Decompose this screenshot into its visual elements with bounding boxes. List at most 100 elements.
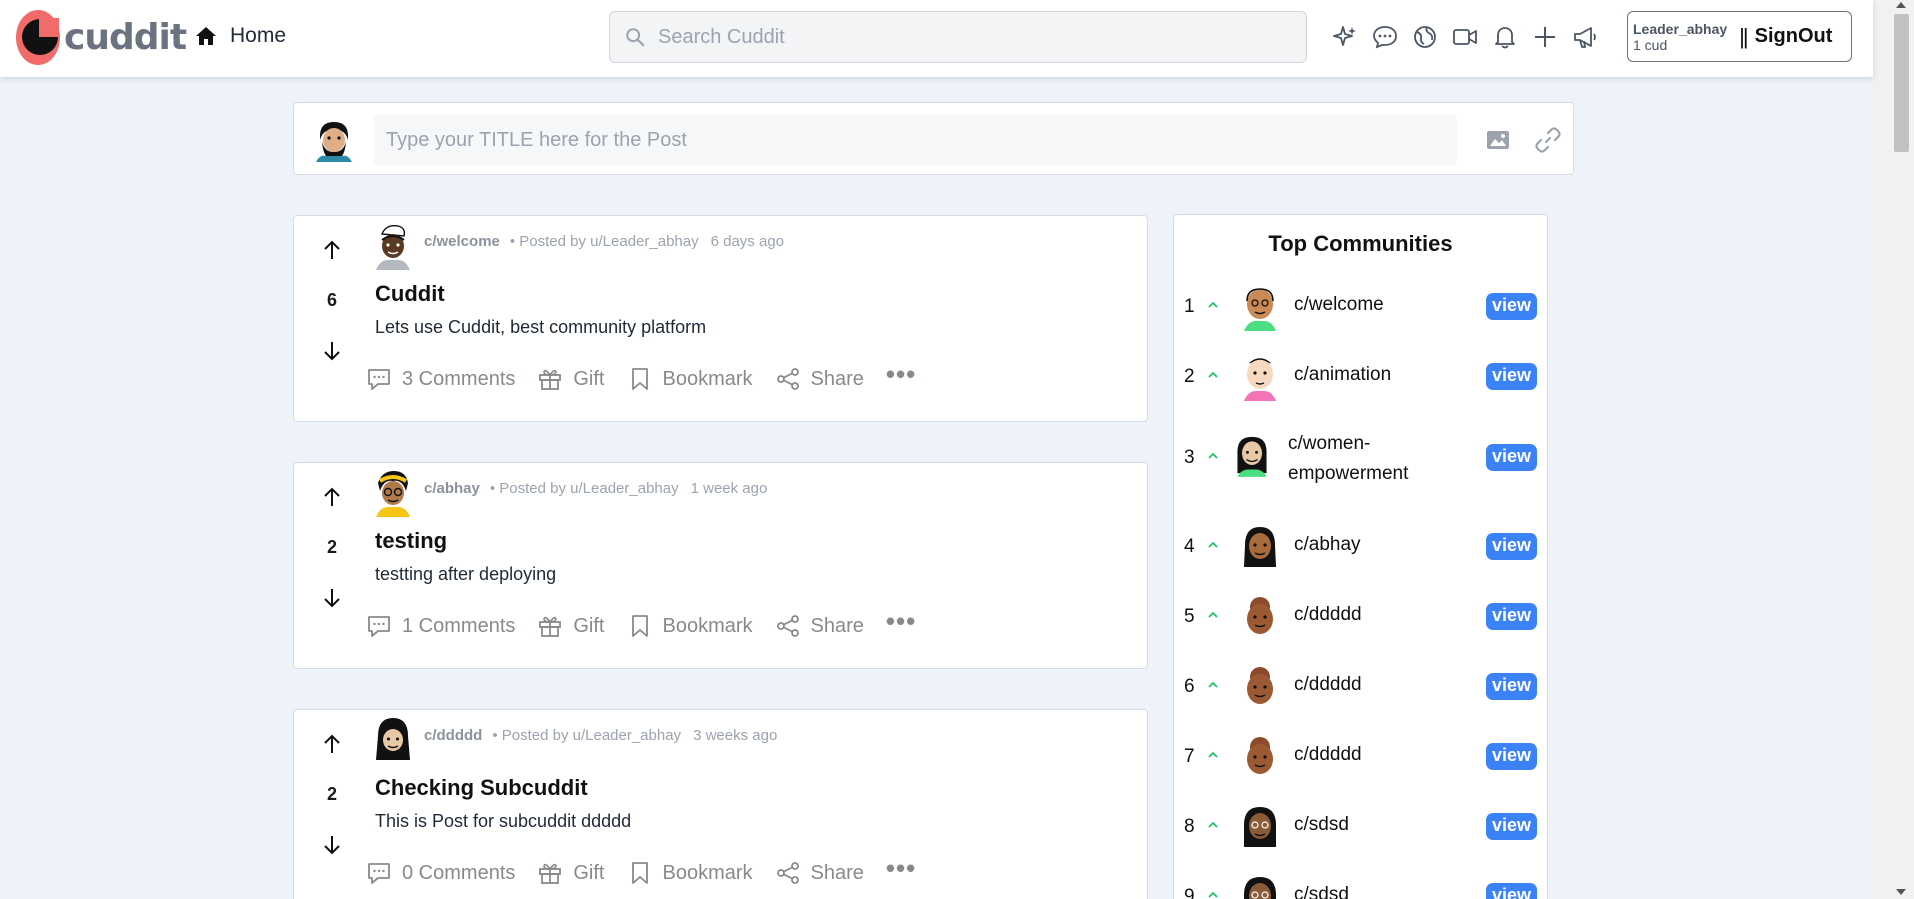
upvote-arrow-icon[interactable] [320,732,344,756]
chat-icon[interactable] [1372,24,1398,50]
megaphone-icon[interactable] [1572,24,1598,50]
post-title-input[interactable] [374,115,1457,165]
community-name[interactable]: c/animation [1294,360,1424,390]
gift-button[interactable]: Gift [537,860,605,886]
gift-label: Gift [573,861,605,884]
share-label: Share [810,367,864,390]
post-title[interactable]: Checking Subcuddit [375,775,588,801]
community-avatar [1244,877,1276,899]
bookmark-button[interactable]: Bookmark [627,366,753,392]
post-author[interactable]: • Posted by u/Leader_abhay [510,233,699,250]
view-community-button[interactable]: view [1486,883,1538,899]
view-community-button[interactable]: view [1486,293,1538,320]
trending-up-icon [1208,301,1218,308]
community-name[interactable]: c/sdsd [1294,810,1424,840]
downvote-arrow-icon[interactable] [320,339,344,363]
view-community-button[interactable]: view [1486,603,1538,630]
community-name[interactable]: c/ddddd [1294,670,1424,700]
post-community-link[interactable]: c/abhay [424,480,480,497]
community-name[interactable]: c/welcome [1294,290,1424,320]
gift-button[interactable]: Gift [537,366,605,392]
post-meta: c/welcome • Posted by u/Leader_abhay 6 d… [424,233,784,250]
globe-icon[interactable] [1412,24,1438,50]
search-bar[interactable] [609,11,1307,63]
community-avatar [376,718,410,760]
community-rank: 1 [1184,296,1195,317]
downvote-arrow-icon[interactable] [320,833,344,857]
signout-button[interactable]: SignOut [1755,25,1833,48]
post-title[interactable]: testing [375,528,447,554]
trending-up-icon [1208,751,1218,758]
community-rank: 7 [1184,746,1195,767]
view-community-button[interactable]: view [1486,363,1538,390]
home-link[interactable]: Home [194,24,286,48]
comments-button[interactable]: 0 Comments [366,860,515,886]
gift-icon [539,863,562,884]
community-row: 2 c/animation view [1174,347,1547,407]
comments-button[interactable]: 3 Comments [366,366,515,392]
post-card: 6 c/welcome • Posted by u/Leader_abhay 6… [293,215,1148,422]
bookmark-label: Bookmark [662,367,753,390]
plus-icon[interactable] [1532,24,1558,50]
comments-label: 1 Comments [402,614,516,637]
bell-icon[interactable] [1492,24,1518,50]
upvote-arrow-icon[interactable] [320,485,344,509]
downvote-arrow-icon[interactable] [320,586,344,610]
post-community-link[interactable]: c/welcome [424,233,500,250]
comments-label: 3 Comments [402,367,516,390]
post-community-link[interactable]: c/ddddd [424,727,482,744]
create-post-box [293,102,1574,175]
view-community-button[interactable]: view [1486,813,1538,840]
video-icon[interactable] [1452,24,1478,50]
share-button[interactable]: Share [775,613,864,639]
community-row: 7 c/ddddd view [1174,727,1547,787]
bookmark-button[interactable]: Bookmark [627,860,753,886]
trending-up-icon [1208,821,1218,828]
scroll-down-arrow[interactable] [1896,889,1906,895]
view-community-button[interactable]: view [1486,533,1538,560]
gift-button[interactable]: Gift [537,613,605,639]
username[interactable]: Leader_abhay [1633,21,1727,37]
view-community-button[interactable]: view [1486,743,1538,770]
search-input[interactable] [658,25,1278,49]
scrollbar-thumb[interactable] [1894,14,1909,152]
share-button[interactable]: Share [775,366,864,392]
view-community-button[interactable]: view [1486,444,1538,471]
scroll-up-arrow[interactable] [1896,2,1906,8]
more-options-icon[interactable]: ••• [886,361,916,387]
share-button[interactable]: Share [775,860,864,886]
post-author[interactable]: • Posted by u/Leader_abhay [490,480,679,497]
more-options-icon[interactable]: ••• [886,855,916,881]
more-options-icon[interactable]: ••• [886,608,916,634]
post-card: 2 c/ddddd • Posted by u/Leader_abhay 3 w… [293,709,1148,899]
post-author[interactable]: • Posted by u/Leader_abhay [492,727,681,744]
community-row: 9 c/sdsd view [1174,867,1547,899]
trending-up-icon [1208,371,1218,378]
comments-button[interactable]: 1 Comments [366,613,515,639]
post-body: testting after deploying [375,564,557,584]
community-row: 1 c/welcome view [1174,277,1547,337]
top-communities-title: Top Communities [1268,231,1453,256]
upvote-arrow-icon[interactable] [320,238,344,262]
community-name[interactable]: c/abhay [1294,530,1424,560]
vote-count: 2 [326,784,337,804]
trending-up-icon [1208,891,1218,898]
community-avatar [376,224,410,270]
post-meta: c/ddddd • Posted by u/Leader_abhay 3 wee… [424,727,777,744]
link-icon[interactable] [1534,126,1562,154]
community-name[interactable]: c/sdsd [1294,880,1424,899]
image-upload-icon[interactable] [1484,126,1512,154]
bookmark-button[interactable]: Bookmark [627,613,753,639]
cuddit-logo[interactable]: cuddit [16,10,187,65]
gift-icon [539,369,562,390]
bookmark-label: Bookmark [662,614,753,637]
community-row: 6 c/ddddd view [1174,657,1547,717]
view-community-button[interactable]: view [1486,673,1538,700]
community-name[interactable]: c/ddddd [1294,600,1424,630]
community-name[interactable]: c/women-empowerment [1288,429,1438,489]
user-account-box: Leader_abhay 1 cud || SignOut [1627,11,1852,62]
community-name[interactable]: c/ddddd [1294,740,1424,770]
sparkle-icon[interactable] [1332,24,1358,50]
post-title[interactable]: Cuddit [375,281,445,307]
gift-label: Gift [573,367,605,390]
